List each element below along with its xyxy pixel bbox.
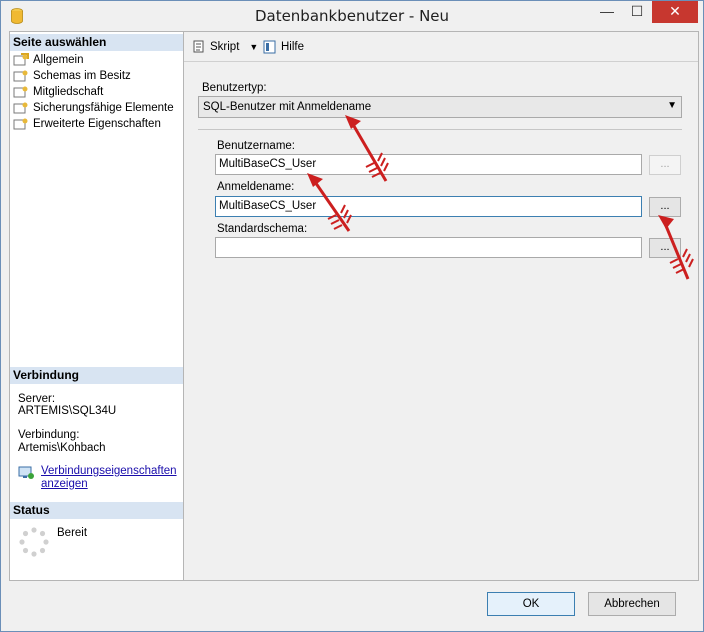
connection-properties-icon xyxy=(18,466,34,479)
user-type-value: SQL-Benutzer mit Anmeldename xyxy=(203,101,372,113)
ok-button[interactable]: OK xyxy=(487,592,575,616)
page-item-sicherungsfaehige-elemente[interactable]: Sicherungsfähige Elemente xyxy=(13,100,174,116)
page-item-label: Sicherungsfähige Elemente xyxy=(33,102,174,114)
page-item-label: Mitgliedschaft xyxy=(33,86,104,98)
page-icon xyxy=(13,102,28,114)
chevron-down-icon: ▼ xyxy=(667,100,677,111)
connection-label: Verbindung: xyxy=(18,429,80,441)
username-browse-button[interactable]: ... xyxy=(649,155,681,175)
connection-properties-link[interactable]: Verbindungseigenschaften xyxy=(41,465,177,477)
page-item-label: Erweiterte Eigenschaften xyxy=(33,118,161,130)
maximize-button[interactable]: ☐ xyxy=(623,1,651,23)
server-label: Server: xyxy=(18,393,56,405)
login-label: Anmeldename: xyxy=(217,181,295,193)
script-label: Skript xyxy=(210,41,240,53)
default-schema-label: Standardschema: xyxy=(217,223,308,235)
dialog-window: Datenbankbenutzer - Neu — ☐ ✕ Seite ausw… xyxy=(0,0,704,632)
help-label: Hilfe xyxy=(281,41,305,53)
default-schema-browse-button[interactable]: ... xyxy=(649,238,681,258)
page-item-mitgliedschaft[interactable]: Mitgliedschaft xyxy=(13,84,103,100)
content-pane: Skript ▼ Hilfe Benutzertyp: SQL-Benutzer… xyxy=(184,31,699,581)
chevron-down-icon[interactable]: ▼ xyxy=(249,42,258,52)
connection-value: Artemis\Kohbach xyxy=(18,442,106,454)
help-button[interactable]: Hilfe xyxy=(262,39,304,55)
script-icon xyxy=(193,40,204,53)
connection-properties-link-line2[interactable]: anzeigen xyxy=(41,478,88,490)
help-icon xyxy=(263,40,276,54)
status-header: Status xyxy=(10,502,183,519)
login-browse-button[interactable]: ... xyxy=(649,197,681,217)
page-item-schemas[interactable]: Schemas im Besitz xyxy=(13,68,131,84)
page-item-label: Schemas im Besitz xyxy=(33,70,131,82)
progress-spinner-icon xyxy=(19,527,49,557)
page-item-label: Allgemein xyxy=(33,54,84,66)
page-item-erweiterte-eigenschaften[interactable]: Erweiterte Eigenschaften xyxy=(13,116,161,132)
default-schema-field[interactable] xyxy=(215,237,642,258)
maximize-icon: ☐ xyxy=(630,3,644,19)
user-type-label: Benutzertyp: xyxy=(202,82,267,94)
user-type-select[interactable]: SQL-Benutzer mit Anmeldename ▼ xyxy=(198,96,682,118)
divider xyxy=(198,129,682,130)
cancel-button[interactable]: Abbrechen xyxy=(588,592,676,616)
page-icon xyxy=(13,70,28,82)
page-item-allgemein[interactable]: Allgemein xyxy=(13,52,84,68)
username-label: Benutzername: xyxy=(217,140,295,152)
minimize-button[interactable]: — xyxy=(593,1,621,23)
minimize-icon: — xyxy=(600,3,614,19)
close-button[interactable]: ✕ xyxy=(652,1,698,23)
left-pane: Seite auswählen Allgemein Schemas im Bes… xyxy=(9,31,184,581)
login-field[interactable]: MultiBaseCS_User xyxy=(215,196,642,217)
connection-header: Verbindung xyxy=(10,367,183,384)
toolbar: Skript ▼ Hilfe xyxy=(184,32,698,62)
status-value: Bereit xyxy=(57,527,88,539)
script-button[interactable]: Skript ▼ xyxy=(191,39,258,55)
username-field[interactable]: MultiBaseCS_User xyxy=(215,154,642,175)
title-bar: Datenbankbenutzer - Neu — ☐ ✕ xyxy=(1,1,703,31)
page-select-header: Seite auswählen xyxy=(10,34,183,51)
page-icon xyxy=(13,53,29,66)
close-icon: ✕ xyxy=(669,3,681,19)
server-value: ARTEMIS\SQL34U xyxy=(18,405,117,417)
page-icon xyxy=(13,86,28,98)
page-icon xyxy=(13,118,28,130)
